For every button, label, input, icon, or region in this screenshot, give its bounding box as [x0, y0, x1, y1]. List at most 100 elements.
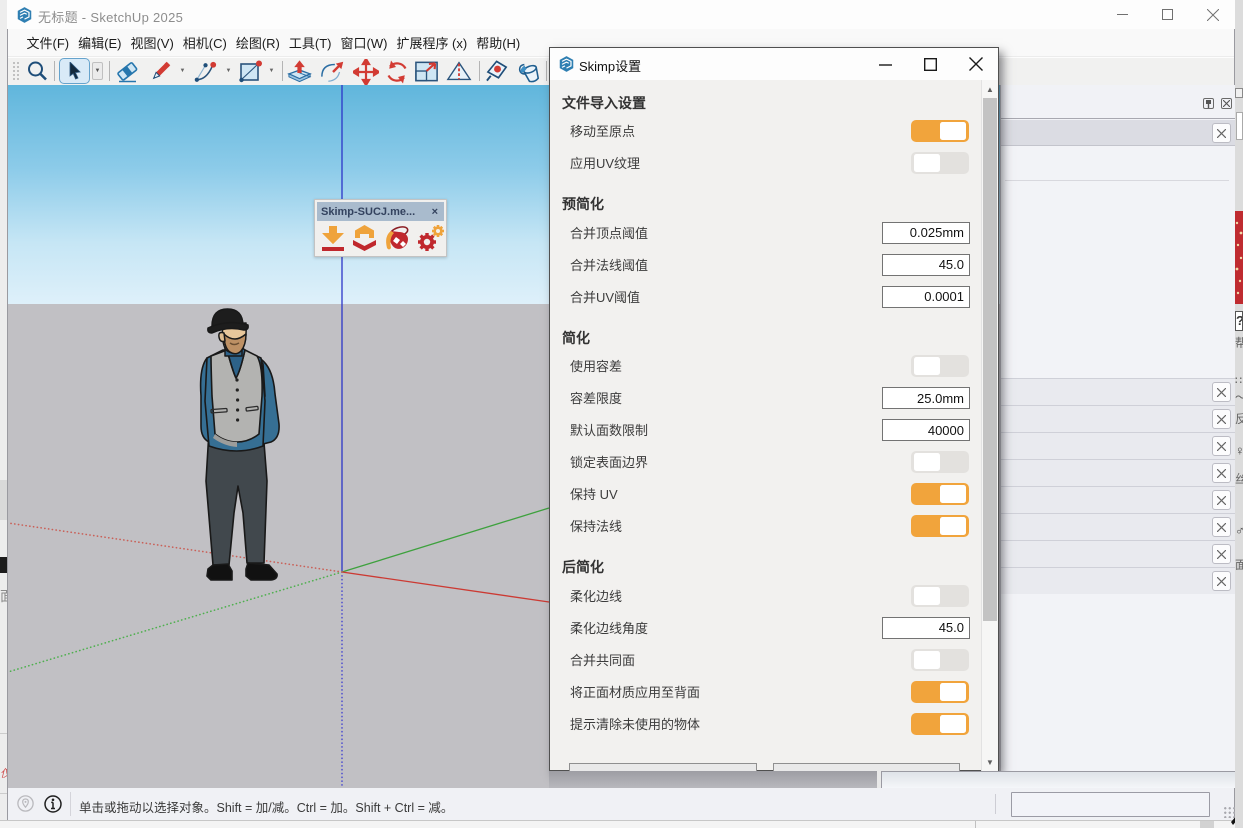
tray-collapsed-panel[interactable] — [1001, 486, 1235, 513]
panel-close-button[interactable] — [1212, 544, 1231, 564]
rectangle-tool-button[interactable] — [238, 59, 264, 84]
panel-close-button[interactable] — [1212, 490, 1231, 510]
dialog-close-button[interactable] — [956, 48, 996, 80]
panel-close-button[interactable] — [1212, 382, 1231, 402]
measurements-input[interactable] — [1011, 792, 1210, 817]
tray-close-button[interactable] — [1221, 98, 1232, 109]
tray-collapsed-panel[interactable] — [1001, 378, 1235, 405]
tape-measure-tool-button[interactable] — [485, 59, 511, 84]
dialog-scrollbar[interactable]: ▲ ▼ — [981, 80, 998, 772]
tray-collapsed-panel[interactable] — [1001, 567, 1235, 594]
menu-item-9[interactable]: 帮助(H) — [472, 29, 525, 56]
skimp-import-icon[interactable] — [319, 224, 347, 253]
toggle-knob — [914, 587, 940, 605]
line-dropdown-button[interactable]: ▼ — [177, 62, 188, 80]
skimp-toolbar-icons — [317, 223, 447, 254]
right-strip-help-fragment: ? — [1235, 311, 1243, 331]
dialog-titlebar[interactable]: Skimp设置 — [550, 48, 998, 80]
tray-collapsed-panel[interactable] — [1001, 405, 1235, 432]
offset-tool-button[interactable] — [446, 59, 472, 84]
right-strip-glyph: 〜 — [1235, 389, 1243, 401]
setting-input[interactable] — [882, 387, 970, 409]
tray-collapsed-panel[interactable] — [1001, 540, 1235, 567]
menu-item-2[interactable]: 编辑(E) — [74, 29, 126, 56]
scale-tool-button[interactable] — [414, 59, 440, 84]
menu-item-5[interactable]: 绘图(R) — [231, 29, 284, 56]
scroll-down-icon[interactable]: ▼ — [982, 755, 998, 770]
skimp-toolbar-close-icon[interactable]: × — [430, 206, 440, 218]
panel-close-button[interactable] — [1212, 409, 1231, 429]
toggle-knob — [940, 517, 966, 535]
red-banner-texture — [1235, 211, 1243, 304]
scroll-up-icon[interactable]: ▲ — [982, 82, 998, 97]
panel-close-button[interactable] — [1212, 463, 1231, 483]
setting-input[interactable] — [882, 222, 970, 244]
tray-collapsed-panel[interactable] — [1001, 459, 1235, 486]
toolbar-grip[interactable] — [12, 61, 19, 81]
panel-close-button[interactable] — [1212, 436, 1231, 456]
follow-me-tool-button[interactable] — [320, 59, 346, 84]
menu-item-7[interactable]: 窗口(W) — [336, 29, 392, 56]
panel-close-button[interactable] — [1212, 571, 1231, 591]
panel-close-button[interactable] — [1212, 123, 1231, 143]
tray-collapsed-panel[interactable] — [1001, 432, 1235, 459]
maximize-icon — [1162, 9, 1173, 20]
panel-close-button[interactable] — [1212, 517, 1231, 537]
setting-input[interactable] — [882, 617, 970, 639]
model-info-button[interactable] — [44, 795, 62, 818]
skimp-simplify-icon[interactable] — [351, 224, 378, 253]
toolbar-separator — [546, 61, 547, 81]
arc-dropdown-button[interactable]: ▼ — [223, 62, 234, 80]
menu-item-1[interactable]: 文件(F) — [22, 29, 74, 56]
close-button[interactable] — [1191, 0, 1235, 29]
skimp-toolbar-titlebar[interactable]: Skimp-SUCJ.me... × — [317, 202, 444, 221]
dialog-body: 文件导入设置移动至原点应用UV纹理预简化合并顶点阈值合并法线阈值合并UV阈值简化… — [550, 80, 983, 772]
search-tool-button[interactable] — [24, 59, 50, 84]
minimize-button[interactable] — [1100, 0, 1144, 29]
dialog-minimize-button[interactable] — [865, 48, 905, 80]
skimp-settings-icon[interactable] — [415, 224, 445, 253]
green-axis-dotted — [8, 572, 342, 672]
dialog-setting-row: 合并顶点阈值 — [550, 222, 983, 244]
menu-item-4[interactable]: 相机(C) — [178, 29, 231, 56]
background-window-right-strip: ? 帮E ∷ 〜 反 ♀ 丝 ♂ 面 — [1235, 0, 1243, 828]
push-pull-tool-button[interactable] — [287, 59, 313, 84]
menu-item-3[interactable]: 视图(V) — [126, 29, 178, 56]
close-icon — [1223, 100, 1230, 107]
tray-collapsed-panel[interactable] — [1001, 513, 1235, 540]
rotate-tool-button[interactable] — [384, 59, 410, 84]
setting-label: 锁定表面边界 — [570, 454, 648, 471]
menu-item-8[interactable]: 扩展程序 (x) — [392, 29, 472, 56]
select-tool-button[interactable] — [59, 58, 90, 84]
statusbar-divider — [995, 794, 996, 814]
menu-item-6[interactable]: 工具(T) — [284, 29, 336, 56]
paint-bucket-tool-button[interactable] — [518, 59, 544, 84]
setting-input[interactable] — [882, 254, 970, 276]
scrollbar-thumb[interactable] — [983, 98, 997, 621]
skimp-material-icon[interactable] — [382, 224, 411, 253]
right-strip-glyph: 帮E — [1235, 334, 1243, 348]
move-tool-button[interactable] — [353, 59, 379, 84]
maximize-button[interactable] — [1145, 0, 1189, 29]
scale-figure-person[interactable] — [199, 306, 291, 584]
toolbar-separator — [282, 61, 283, 81]
rectangle-dropdown-button[interactable]: ▼ — [266, 62, 277, 80]
scale-icon — [414, 59, 440, 84]
dialog-section-heading: 后简化 — [562, 558, 604, 576]
tray-pin-button[interactable] — [1203, 98, 1214, 109]
dialog-setting-row: 合并共同面 — [550, 649, 983, 671]
sketchup-logo-icon — [17, 7, 32, 23]
setting-input[interactable] — [882, 419, 970, 441]
eraser-tool-button[interactable] — [114, 59, 140, 84]
line-tool-button[interactable] — [147, 59, 173, 84]
setting-input[interactable] — [882, 286, 970, 308]
dialog-maximize-button[interactable] — [910, 48, 950, 80]
select-dropdown-button[interactable]: ▼ — [92, 62, 103, 80]
default-tray-panel — [1000, 85, 1235, 772]
tray-panel-header[interactable] — [1001, 120, 1235, 146]
geolocation-button[interactable] — [17, 795, 34, 817]
setting-label: 合并法线阈值 — [570, 257, 648, 274]
arc-tool-button[interactable] — [193, 59, 219, 84]
right-strip-glyph: ∷ — [1235, 374, 1243, 386]
right-strip-fragment — [1235, 88, 1243, 98]
